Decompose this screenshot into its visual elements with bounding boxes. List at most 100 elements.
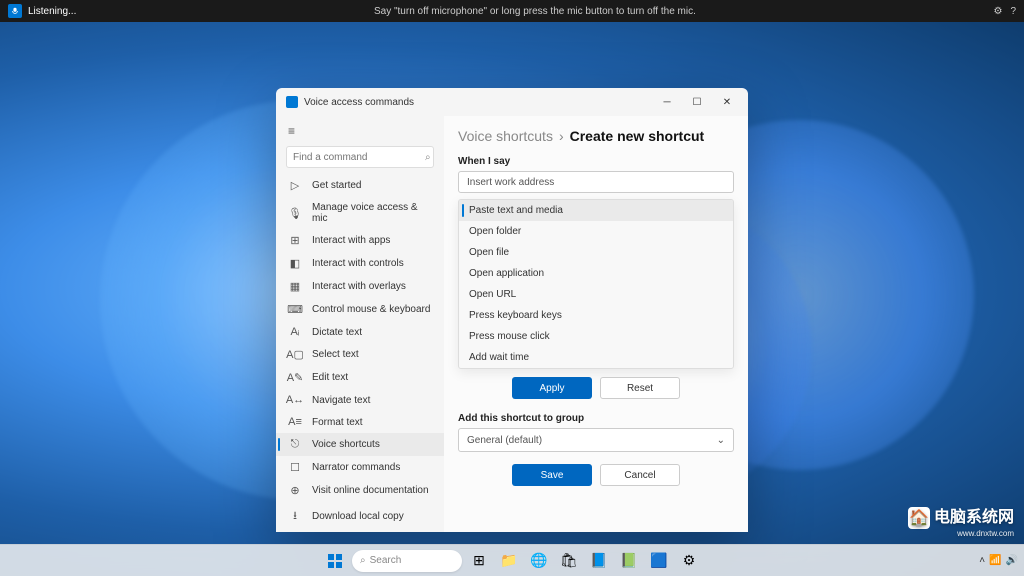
- sidebar-item-13[interactable]: ⊕ Visit online documentation: [276, 479, 444, 502]
- edge-icon[interactable]: 🌐: [526, 548, 552, 574]
- group-select[interactable]: General (default) ⌄: [458, 428, 734, 452]
- taskbar: ⌕Search ⊞ 📁 🌐 🛍 📘 📗 🟦 ⚙ ˄ 📶 🔊: [0, 544, 1024, 576]
- nav-label: Control mouse & keyboard: [312, 304, 430, 315]
- action-option-2[interactable]: Open file: [459, 242, 733, 263]
- sidebar-item-5[interactable]: ⌨ Control mouse & keyboard: [276, 298, 444, 321]
- minimize-button[interactable]: ─: [652, 91, 682, 113]
- app-icon: [286, 96, 298, 108]
- sidebar-item-12[interactable]: ☐ Narrator commands: [276, 456, 444, 479]
- nav-label: Edit text: [312, 372, 348, 383]
- sidebar-item-11[interactable]: ⎋ Voice shortcuts: [276, 433, 444, 456]
- app-icon-3[interactable]: 🟦: [646, 548, 672, 574]
- volume-icon[interactable]: 🔊: [1006, 555, 1018, 566]
- chevron-right-icon: ›: [559, 128, 564, 144]
- sidebar-item-7[interactable]: A▢ Select text: [276, 343, 444, 366]
- nav-label: Visit online documentation: [312, 485, 429, 496]
- save-button[interactable]: Save: [512, 464, 592, 486]
- help-icon[interactable]: ?: [1010, 6, 1016, 17]
- group-label: Add this shortcut to group: [458, 413, 734, 424]
- action-option-1[interactable]: Open folder: [459, 221, 733, 242]
- search-icon: ⌕: [425, 152, 431, 163]
- nav-icon: A▢: [288, 348, 302, 361]
- action-option-7[interactable]: Add wait time: [459, 347, 733, 368]
- sidebar-item-2[interactable]: ⊞ Interact with apps: [276, 229, 444, 252]
- start-button[interactable]: [322, 548, 348, 574]
- task-view-icon[interactable]: ⊞: [466, 548, 492, 574]
- cancel-button[interactable]: Cancel: [600, 464, 680, 486]
- sidebar-item-14[interactable]: ⭳ Download local copy: [276, 502, 444, 528]
- action-dropdown: Paste text and mediaOpen folderOpen file…: [458, 199, 734, 369]
- system-tray[interactable]: ˄ 📶 🔊: [979, 555, 1018, 566]
- chevron-down-icon: ⌄: [717, 435, 725, 446]
- settings-icon[interactable]: ⚙: [993, 6, 1002, 17]
- app-icon-4[interactable]: ⚙: [676, 548, 702, 574]
- breadcrumb: Voice shortcuts › Create new shortcut: [458, 128, 734, 144]
- sidebar-item-9[interactable]: A↔ Navigate text: [276, 389, 444, 411]
- action-option-5[interactable]: Press keyboard keys: [459, 305, 733, 326]
- nav-label: Navigate text: [312, 395, 370, 406]
- maximize-button[interactable]: ☐: [682, 91, 712, 113]
- action-option-0[interactable]: Paste text and media: [459, 200, 733, 221]
- search-icon: ⌕: [360, 555, 366, 566]
- sidebar-item-8[interactable]: A✎ Edit text: [276, 366, 444, 389]
- chevron-up-icon[interactable]: ˄: [979, 555, 985, 566]
- nav-label: Interact with apps: [312, 235, 390, 246]
- sidebar-item-3[interactable]: ◧ Interact with controls: [276, 252, 444, 275]
- app-icon-2[interactable]: 📗: [616, 548, 642, 574]
- nav-icon: ⎋: [288, 438, 302, 451]
- phrase-input[interactable]: Insert work address: [458, 171, 734, 193]
- titlebar[interactable]: Voice access commands ─ ☐ ✕: [276, 88, 748, 116]
- nav-label: Interact with controls: [312, 258, 404, 269]
- voice-access-bar: Listening... Say "turn off microphone" o…: [0, 0, 1024, 22]
- nav-icon: ⭳: [288, 507, 302, 526]
- wifi-icon[interactable]: 📶: [989, 555, 1001, 566]
- apply-button[interactable]: Apply: [512, 377, 592, 399]
- nav-label: Format text: [312, 417, 363, 428]
- breadcrumb-parent[interactable]: Voice shortcuts: [458, 128, 553, 144]
- nav-icon: A≡: [288, 416, 302, 428]
- close-button[interactable]: ✕: [712, 91, 742, 113]
- nav-icon: 🎙: [288, 207, 302, 220]
- hamburger-icon[interactable]: ≡: [276, 120, 444, 142]
- store-icon[interactable]: 🛍: [556, 548, 582, 574]
- main-panel: Voice shortcuts › Create new shortcut Wh…: [444, 116, 748, 532]
- sidebar: ≡ ⌕ ▷ Get started 🎙 Manage voice access & m…: [276, 116, 444, 532]
- nav-label: Get started: [312, 180, 361, 191]
- nav-icon: ◧: [288, 257, 302, 270]
- window-title: Voice access commands: [304, 97, 652, 108]
- action-option-4[interactable]: Open URL: [459, 284, 733, 305]
- voice-commands-window: Voice access commands ─ ☐ ✕ ≡ ⌕ ▷ Get sta…: [276, 88, 748, 532]
- nav-icon: ⊞: [288, 234, 302, 247]
- sidebar-item-0[interactable]: ▷ Get started: [276, 174, 444, 197]
- breadcrumb-current: Create new shortcut: [570, 128, 705, 144]
- action-option-6[interactable]: Press mouse click: [459, 326, 733, 347]
- nav-label: Select text: [312, 349, 359, 360]
- nav-icon: ▦: [288, 280, 302, 293]
- nav-icon: ⌨: [288, 303, 302, 316]
- nav-label: Dictate text: [312, 327, 362, 338]
- nav-icon: ▷: [288, 179, 302, 192]
- reset-button[interactable]: Reset: [600, 377, 680, 399]
- sidebar-item-6[interactable]: AᵢDictate text: [276, 321, 444, 343]
- app-icon-1[interactable]: 📘: [586, 548, 612, 574]
- nav-icon: ⊕: [288, 484, 302, 497]
- nav-icon: A↔: [288, 394, 302, 406]
- nav-label: Narrator commands: [312, 462, 400, 473]
- explorer-icon[interactable]: 📁: [496, 548, 522, 574]
- nav-icon: ☐: [288, 461, 302, 474]
- sidebar-item-10[interactable]: A≡ Format text: [276, 411, 444, 433]
- nav-label: Download local copy: [312, 511, 404, 522]
- voice-hint: Say "turn off microphone" or long press …: [76, 6, 993, 17]
- voice-status: Listening...: [28, 6, 76, 17]
- mic-icon[interactable]: [8, 4, 22, 18]
- taskbar-search[interactable]: ⌕Search: [352, 550, 462, 572]
- action-option-3[interactable]: Open application: [459, 263, 733, 284]
- sidebar-item-4[interactable]: ▦ Interact with overlays: [276, 275, 444, 298]
- sidebar-item-1[interactable]: 🎙 Manage voice access & mic: [276, 197, 444, 229]
- nav-label: Interact with overlays: [312, 281, 406, 292]
- watermark: 🏠电脑系统网 www.dnxtw.com: [908, 503, 1014, 538]
- nav-label: Voice shortcuts: [312, 439, 380, 450]
- nav-label: Manage voice access & mic: [312, 202, 432, 224]
- nav-icon: A✎: [288, 371, 302, 384]
- search-input[interactable]: ⌕: [286, 146, 434, 168]
